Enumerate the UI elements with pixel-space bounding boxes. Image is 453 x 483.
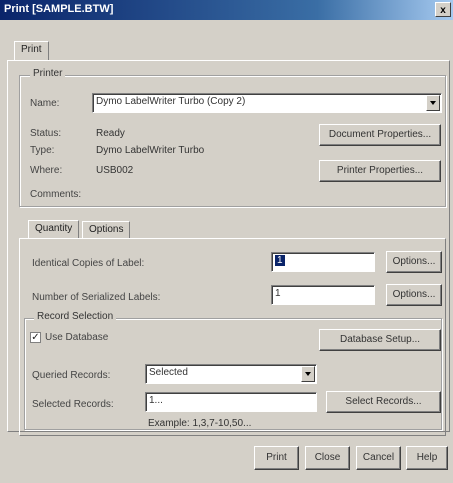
queried-records-value: Selected [149, 367, 188, 378]
serialized-labels-label: Number of Serialized Labels: [32, 292, 161, 303]
print-button[interactable]: Print [254, 446, 299, 470]
identical-copies-input[interactable]: 1 [271, 252, 375, 272]
chevron-down-icon[interactable] [301, 366, 315, 382]
serialized-options-button[interactable]: Options... [386, 284, 442, 306]
tab-print-label: Print [21, 44, 42, 55]
queried-records-label: Queried Records: [32, 370, 111, 381]
where-value: USB002 [96, 165, 134, 176]
tab-quantity[interactable]: Quantity [28, 220, 80, 239]
printer-properties-button[interactable]: Printer Properties... [319, 160, 441, 182]
select-records-button[interactable]: Select Records... [326, 391, 441, 413]
identical-copies-label: Identical Copies of Label: [32, 258, 145, 269]
tab-options[interactable]: Options [82, 221, 131, 239]
type-label: Type: [30, 145, 55, 156]
type-value: Dymo LabelWriter Turbo [96, 145, 205, 156]
record-selection-label: Record Selection [34, 311, 117, 322]
status-value: Ready [96, 128, 125, 139]
use-database-checkbox[interactable]: ✓ [30, 332, 41, 343]
where-label: Where: [30, 165, 63, 176]
printer-name-label: Name: [30, 98, 60, 109]
close-button[interactable]: Close [305, 446, 350, 470]
tab-quantity-label: Quantity [35, 223, 73, 234]
status-label: Status: [30, 128, 62, 139]
queried-records-dropdown[interactable]: Selected [145, 364, 317, 384]
tab-options-label: Options [89, 224, 124, 235]
use-database-row[interactable]: ✓ Use Database [30, 332, 108, 343]
tab-print[interactable]: Print [14, 41, 49, 61]
use-database-label: Use Database [45, 332, 109, 343]
help-button[interactable]: Help [406, 446, 448, 470]
identical-copies-value: 1 [275, 255, 285, 266]
serialized-labels-input[interactable]: 1 [271, 285, 375, 305]
title-bar[interactable]: Print [SAMPLE.BTW] x [0, 0, 453, 20]
selected-records-input[interactable]: 1... [145, 392, 317, 412]
identical-options-button[interactable]: Options... [386, 251, 442, 273]
document-properties-button[interactable]: Document Properties... [319, 124, 441, 146]
comments-label: Comments: [30, 189, 82, 200]
selected-records-value: 1... [149, 395, 163, 406]
window-title: Print [SAMPLE.BTW] [4, 3, 114, 15]
chevron-down-icon[interactable] [426, 95, 440, 111]
close-icon[interactable]: x [435, 2, 451, 17]
database-setup-button[interactable]: Database Setup... [319, 329, 441, 351]
example-hint: Example: 1,3,7-10,50... [148, 418, 252, 429]
cancel-button[interactable]: Cancel [356, 446, 401, 470]
printer-name-value: Dymo LabelWriter Turbo (Copy 2) [96, 96, 246, 107]
serialized-labels-value: 1 [275, 288, 281, 299]
printer-name-dropdown[interactable]: Dymo LabelWriter Turbo (Copy 2) [92, 93, 442, 113]
printer-group-label: Printer [30, 68, 66, 79]
selected-records-label: Selected Records: [32, 399, 114, 410]
